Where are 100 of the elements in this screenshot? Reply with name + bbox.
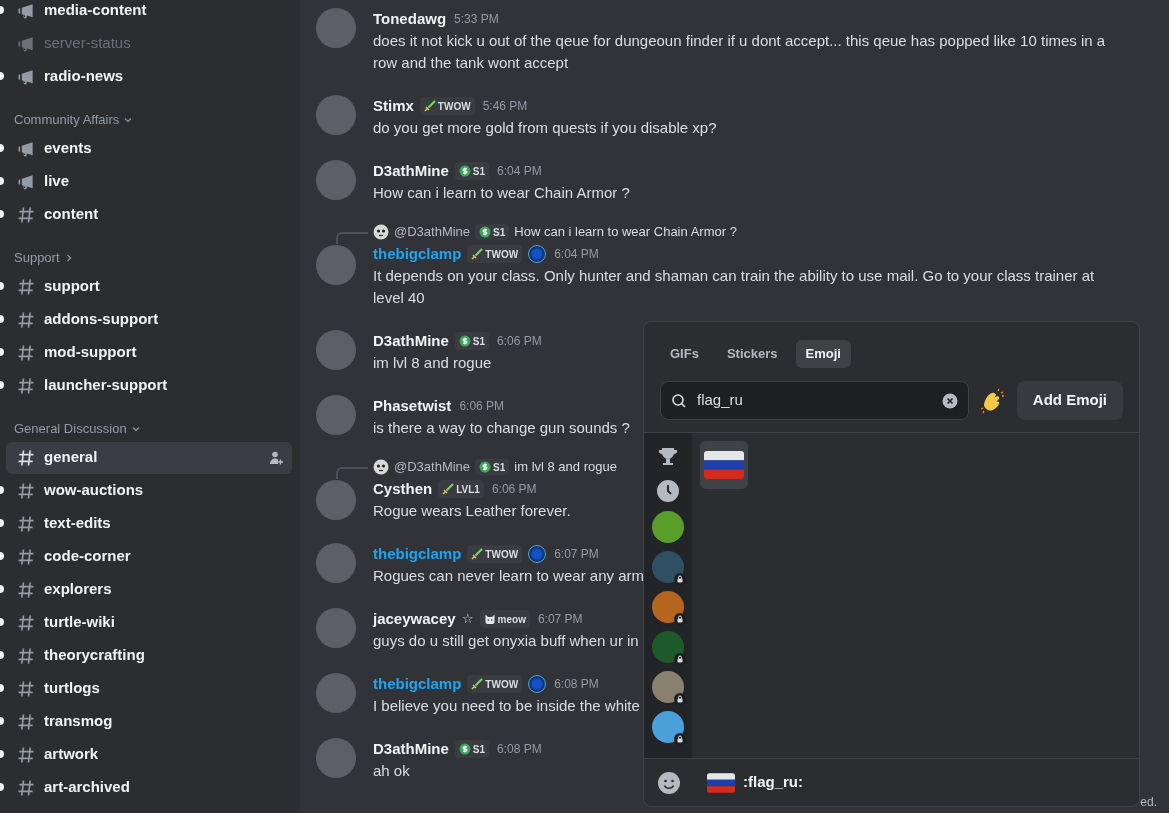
category-header[interactable]: Support (0, 246, 292, 270)
channel-item[interactable]: code-corner (6, 540, 292, 573)
hash-icon (16, 342, 36, 363)
channel-item[interactable]: support (6, 270, 292, 303)
avatar (316, 245, 356, 285)
avatar (316, 330, 356, 370)
hash-icon (16, 513, 36, 534)
role-tag: S1 (475, 224, 510, 240)
author-name[interactable]: Cysthen (373, 478, 433, 500)
channel-item[interactable]: media-content (6, 0, 292, 27)
channel-name: transmog (44, 711, 113, 732)
author-name[interactable]: thebigclamp (373, 243, 462, 265)
server-icon[interactable] (652, 711, 684, 743)
add-emoji-button[interactable]: Add Emoji (1016, 381, 1123, 420)
server-icon[interactable] (652, 591, 684, 623)
hash-icon (16, 678, 36, 699)
reply-connector (336, 232, 368, 244)
channel-item[interactable]: live (6, 165, 292, 198)
search-icon (671, 392, 687, 409)
skull-avatar-icon (373, 224, 389, 240)
message-time: 6:07 PM (537, 611, 583, 628)
author-name[interactable]: D3athMine (373, 160, 449, 182)
avatar (316, 608, 356, 648)
dollar-icon (458, 743, 471, 755)
avatar (316, 95, 356, 135)
message-text: does it not kick u out of the qeue for dungeoun finder if u dont accept... this qeue has popped like 10 times in a row and the tank wont accept (373, 31, 1107, 73)
message-text: I believe you need to be inside the white (373, 696, 640, 716)
sword-icon (423, 100, 436, 112)
dollar-icon (479, 226, 492, 238)
role-tag: LVL1 (438, 480, 484, 498)
channel-item[interactable]: launcher-support (6, 369, 292, 402)
search-field[interactable]: flag_ru (697, 389, 932, 412)
picker-tab[interactable]: Emoji (795, 339, 851, 368)
reply-author: @D3athMine (394, 458, 471, 477)
category-header[interactable]: General Discussion (0, 417, 292, 441)
author-name[interactable]: Phasetwist (373, 395, 452, 417)
emoji-name: :flag_ru: (743, 772, 803, 793)
channel-item[interactable]: mod-support (6, 336, 292, 369)
role-tag: meow (479, 610, 530, 628)
channel-item[interactable]: radio-news (6, 60, 292, 93)
author-name[interactable]: thebigclamp (373, 673, 462, 695)
role-tag: S1 (475, 459, 510, 475)
channel-name: launcher-support (44, 375, 168, 396)
avatar (316, 543, 356, 583)
message-text: is there a way to change gun sounds ? (373, 418, 630, 438)
message-text: How can i learn to wear Chain Armor ? (373, 183, 630, 203)
cat-icon (483, 613, 496, 625)
channel-item[interactable]: theorycrafting (6, 639, 292, 672)
channel-name: server-status (44, 33, 131, 54)
search-box[interactable]: flag_ru (660, 381, 969, 420)
channel-name: art-archived (44, 777, 130, 798)
channel-item[interactable]: wow-auctions (6, 474, 292, 507)
hash-icon (16, 447, 36, 468)
lock-icon (674, 653, 686, 665)
channel-item[interactable]: general (6, 441, 292, 474)
channel-item[interactable]: turtlogs (6, 672, 292, 705)
emoji-tile[interactable] (700, 441, 748, 489)
channel-item[interactable]: artwork (6, 738, 292, 771)
message-time: 6:04 PM (554, 246, 599, 263)
picker-tab[interactable]: Stickers (716, 339, 788, 368)
channel-name: radio-news (44, 66, 124, 87)
category-header[interactable]: Community Affairs (0, 108, 292, 132)
channel-item[interactable]: turtle-wiki (6, 606, 292, 639)
message-text: Rogue wears Leather forever. (373, 501, 571, 521)
sword-icon (471, 248, 484, 260)
channel-name: events (44, 138, 92, 159)
channel-item[interactable]: addons-support (6, 303, 292, 336)
message-time: 6:07 PM (554, 546, 599, 563)
server-icon[interactable] (652, 551, 684, 583)
channel-name: theorycrafting (44, 645, 145, 666)
channel-item[interactable]: explorers (6, 573, 292, 606)
avatar (316, 395, 356, 435)
server-icon[interactable] (652, 671, 684, 703)
channel-name: content (44, 204, 99, 225)
author-name[interactable]: thebigclamp (373, 543, 462, 565)
author-name[interactable]: D3athMine (373, 330, 449, 352)
picker-tab[interactable]: GIFs (660, 339, 709, 368)
reply-text: im lvl 8 and rogue (514, 458, 617, 477)
server-icon[interactable] (652, 511, 684, 543)
channel-name: turtle-wiki (44, 612, 115, 633)
channel-item[interactable]: art-archived (6, 771, 292, 804)
lock-icon (674, 613, 686, 625)
author-name[interactable]: D3athMine (373, 738, 449, 760)
lock-icon (674, 733, 686, 745)
channel-name: wow-auctions (44, 480, 144, 501)
message-text: Rogues can never learn to wear any arm (373, 566, 644, 586)
author-name[interactable]: Stimx (373, 95, 414, 117)
channel-item[interactable]: events (6, 132, 292, 165)
avatar (316, 160, 356, 200)
avatar (316, 673, 356, 713)
hash-icon (16, 276, 36, 297)
channel-name: artwork (44, 744, 99, 765)
author-name[interactable]: jaceywacey (373, 608, 456, 630)
channel-item[interactable]: text-edits (6, 507, 292, 540)
add-member-icon (268, 449, 284, 466)
author-name[interactable]: Tonedawg (373, 8, 447, 30)
channel-item[interactable]: content (6, 198, 292, 231)
channel-item[interactable]: transmog (6, 705, 292, 738)
server-icon[interactable] (652, 631, 684, 663)
channel-name: general (44, 447, 98, 468)
